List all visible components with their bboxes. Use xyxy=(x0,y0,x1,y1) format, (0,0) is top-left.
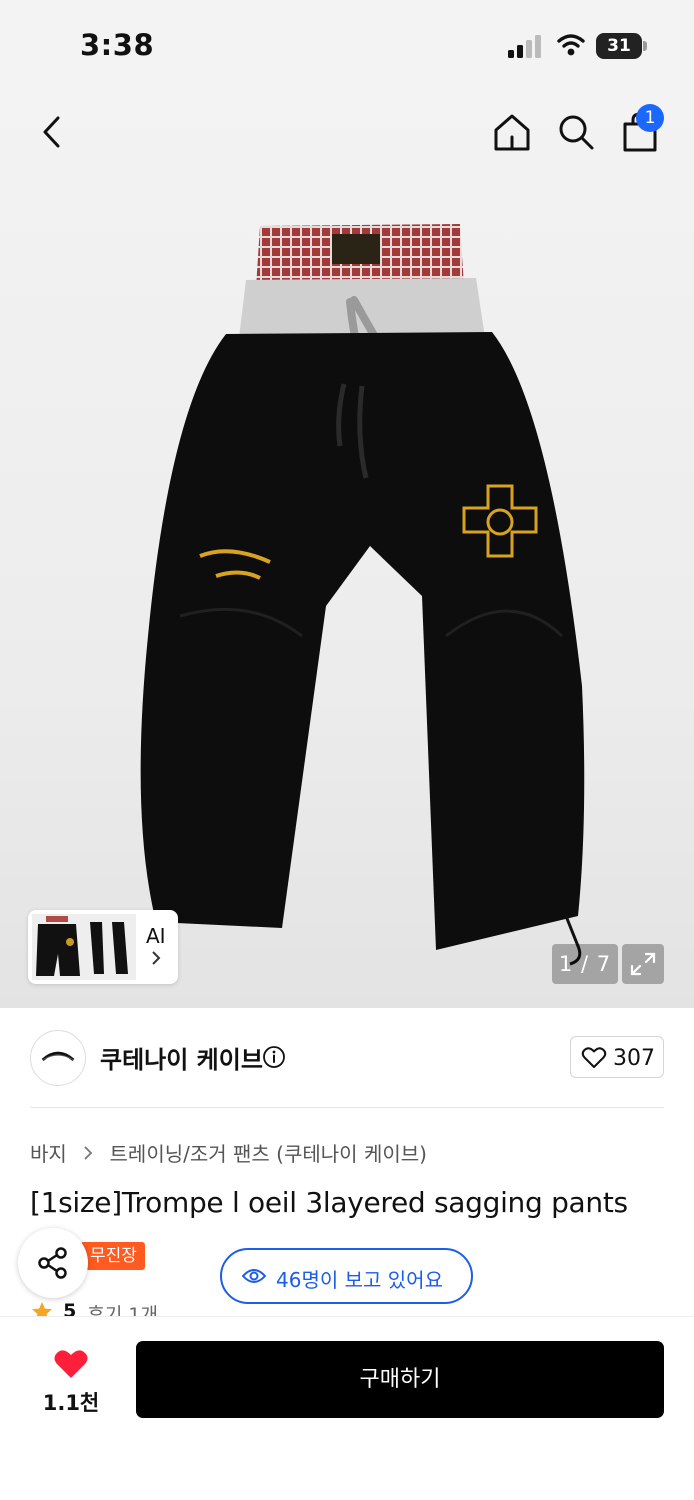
info-icon[interactable] xyxy=(262,1045,286,1069)
expand-icon[interactable] xyxy=(622,944,664,984)
image-counter: 1 / 7 xyxy=(552,944,618,984)
bottom-action-bar: 1.1천 구매하기 xyxy=(0,1316,694,1500)
battery-cap xyxy=(643,41,647,51)
share-button[interactable] xyxy=(18,1228,88,1298)
battery-level: 31 xyxy=(596,33,642,59)
share-icon xyxy=(38,1247,67,1279)
chevron-right-icon xyxy=(84,1145,93,1160)
eye-icon xyxy=(242,1269,266,1283)
breadcrumb: 바지 트레이닝/조거 팬츠 (쿠테나이 케이브) xyxy=(30,1138,427,1168)
cart-count-badge: 1 xyxy=(636,104,664,132)
ai-lookbook-thumbnail[interactable]: AI xyxy=(28,910,178,984)
status-bar: 3:38 31 xyxy=(0,0,694,92)
search-icon[interactable] xyxy=(556,112,596,152)
product-gallery[interactable]: 1 AI 1 / 7 xyxy=(0,92,694,1008)
status-time: 3:38 xyxy=(80,28,155,62)
heart-icon xyxy=(581,1047,607,1068)
heart-icon[interactable] xyxy=(52,1347,90,1381)
brand-like-button[interactable]: 307 xyxy=(570,1036,664,1078)
breadcrumb-category[interactable]: 바지 xyxy=(30,1138,67,1167)
brand-logo[interactable] xyxy=(30,1030,86,1086)
store-badge: 무진장 xyxy=(82,1242,145,1270)
wifi-icon xyxy=(557,34,585,56)
product-image xyxy=(140,224,585,966)
home-icon[interactable] xyxy=(490,112,534,152)
viewers-indicator: 46명이 보고 있어요 xyxy=(220,1248,473,1304)
brand-row: 쿠테나이 케이브 307 xyxy=(0,1008,694,1108)
thumbnail-image xyxy=(32,914,136,980)
battery-indicator: 31 xyxy=(596,33,648,59)
cellular-signal-icon xyxy=(508,35,541,58)
viewers-text: 46명이 보고 있어요 xyxy=(276,1268,443,1292)
buy-button[interactable]: 구매하기 xyxy=(136,1341,664,1418)
brand-name[interactable]: 쿠테나이 케이브 xyxy=(100,1040,263,1075)
back-icon[interactable] xyxy=(34,112,70,152)
chevron-right-icon xyxy=(152,951,161,965)
brand-like-count: 307 xyxy=(613,1046,655,1071)
breadcrumb-subcategory[interactable]: 트레이닝/조거 팬츠 (쿠테나이 케이브) xyxy=(110,1138,427,1167)
ai-label: AI xyxy=(146,924,166,948)
wishlist-count: 1.1천 xyxy=(42,1391,100,1415)
product-title: [1size]Trompe l oeil 3layered sagging pa… xyxy=(30,1186,628,1219)
divider xyxy=(30,1107,664,1108)
